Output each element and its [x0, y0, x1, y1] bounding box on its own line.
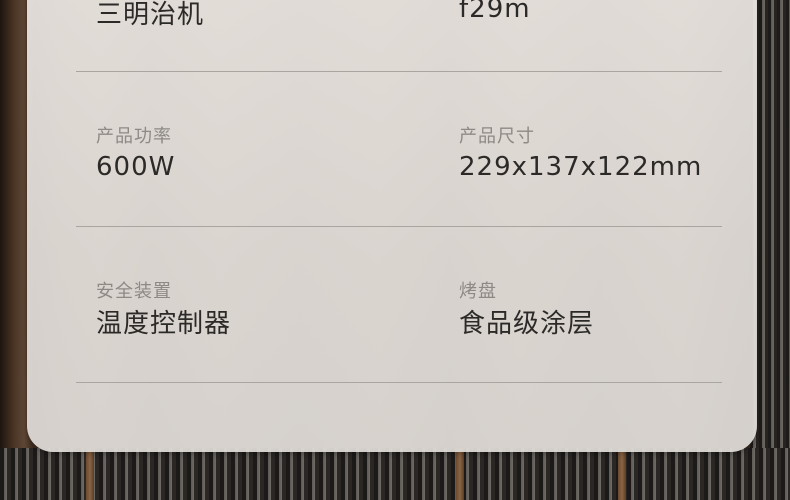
- spec-label-power: 产品功率: [96, 126, 172, 147]
- wood-post: [618, 448, 626, 500]
- spec-value-size: 229x137x122mm: [459, 152, 703, 182]
- spec-value-power: 600W: [96, 152, 176, 182]
- wood-post: [86, 448, 94, 500]
- spec-value-plate: 食品级涂层: [459, 309, 595, 339]
- spec-value-model-number: f29m: [459, 0, 531, 24]
- divider: [76, 382, 722, 383]
- spec-label-plate: 烤盘: [459, 281, 497, 302]
- spec-label-size: 产品尺寸: [459, 126, 535, 147]
- divider: [76, 71, 722, 72]
- divider: [76, 226, 722, 227]
- slatted-panel-bottom: [0, 448, 790, 500]
- spec-value-model-type: 三明治机: [96, 0, 205, 30]
- spec-label-safety: 安全装置: [96, 281, 172, 302]
- spec-value-safety: 温度控制器: [96, 309, 232, 339]
- wood-post: [456, 448, 464, 500]
- wood-edge-left: [0, 0, 14, 500]
